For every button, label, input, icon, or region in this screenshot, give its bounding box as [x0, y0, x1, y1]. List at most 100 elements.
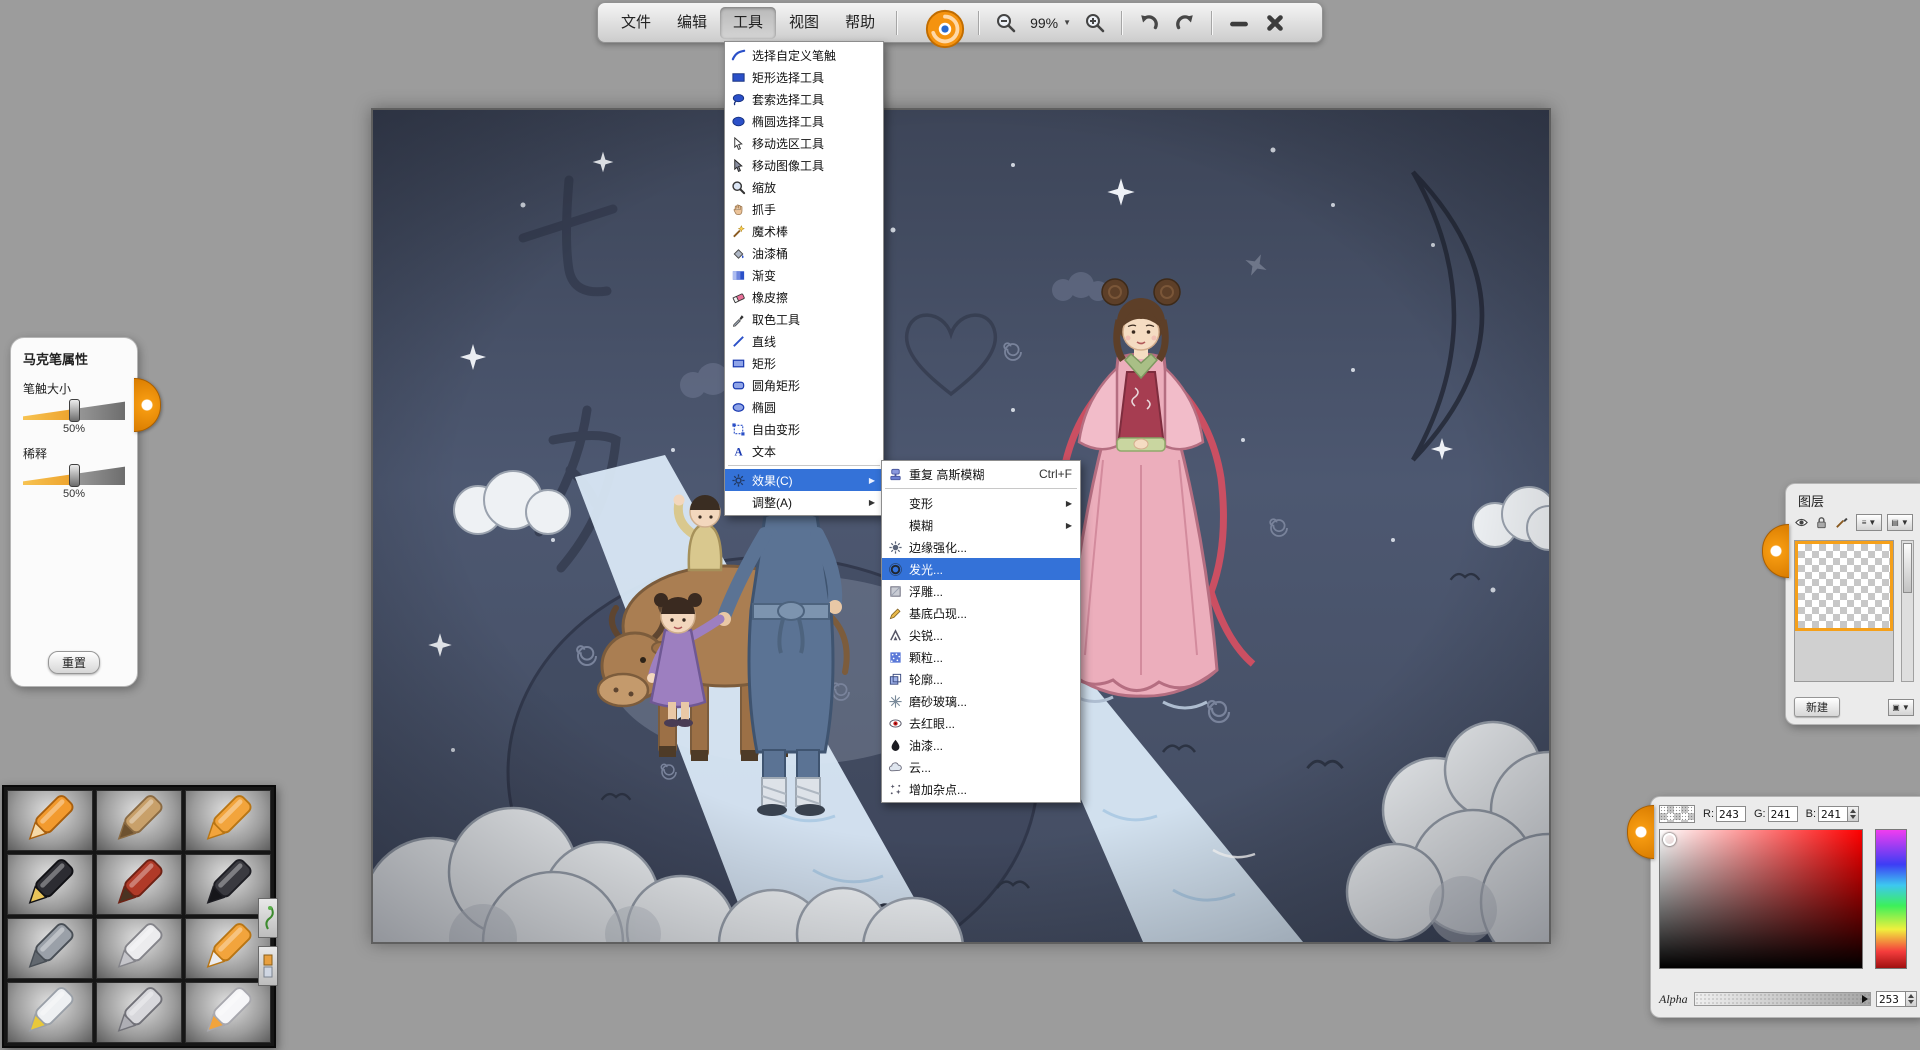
- color-cursor-icon[interactable]: [1663, 833, 1676, 846]
- text-icon: A: [728, 443, 748, 459]
- undo-button[interactable]: [1131, 8, 1167, 38]
- close-icon: [1264, 12, 1286, 34]
- tool-crayon[interactable]: [185, 790, 271, 851]
- scrollbar-thumb[interactable]: [1903, 543, 1912, 593]
- menu-item-基底凸现...[interactable]: 基底凸现...: [882, 602, 1080, 624]
- zoom-in-button[interactable]: [1077, 8, 1113, 38]
- menu-item-尖锐...[interactable]: 尖锐...: [882, 624, 1080, 646]
- menu-item-重复 高斯模糊[interactable]: 重复 高斯模糊Ctrl+F: [882, 463, 1080, 485]
- tool-paint-brush[interactable]: [96, 854, 182, 915]
- tool-paint-tube[interactable]: [7, 982, 93, 1043]
- tool-pencil[interactable]: [96, 790, 182, 851]
- menu-item-移动选区工具[interactable]: 移动选区工具: [725, 132, 883, 154]
- panel-handle-icon[interactable]: [134, 378, 161, 432]
- slider-handle[interactable]: [69, 399, 80, 422]
- frosted-glass-icon: [885, 693, 905, 709]
- alpha-input[interactable]: [1876, 991, 1906, 1007]
- menu-item-渐变[interactable]: 渐变: [725, 264, 883, 286]
- channel-input[interactable]: [1818, 806, 1848, 822]
- menu-item-label: 取色工具: [752, 311, 875, 328]
- tool-airbrush[interactable]: [7, 918, 93, 979]
- menu-item-浮雕...[interactable]: 浮雕...: [882, 580, 1080, 602]
- layer-blend-combo[interactable]: ≡▼: [1856, 514, 1882, 531]
- menu-item-增加杂点...[interactable]: 增加杂点...: [882, 778, 1080, 800]
- close-button[interactable]: [1257, 8, 1293, 38]
- channel-input[interactable]: [1716, 806, 1746, 822]
- menu-item-文本[interactable]: A文本: [725, 440, 883, 462]
- zoom-out-button[interactable]: [988, 8, 1024, 38]
- layer-item-selected[interactable]: [1795, 541, 1893, 631]
- menu-视图[interactable]: 视图: [776, 7, 832, 39]
- menu-item-椭圆选择工具[interactable]: 椭圆选择工具: [725, 110, 883, 132]
- menu-工具[interactable]: 工具: [720, 7, 776, 39]
- menu-item-模糊[interactable]: 模糊▶: [882, 514, 1080, 536]
- menu-item-魔术棒[interactable]: 魔术棒: [725, 220, 883, 242]
- menu-item-调整(A)[interactable]: 调整(A)▶: [725, 491, 883, 513]
- menu-item-套索选择工具[interactable]: 套索选择工具: [725, 88, 883, 110]
- tool-chisel-marker[interactable]: [7, 790, 93, 851]
- menu-item-云...[interactable]: 云...: [882, 756, 1080, 778]
- menu-item-颗粒...[interactable]: 颗粒...: [882, 646, 1080, 668]
- alpha-slider[interactable]: [1694, 992, 1871, 1006]
- menu-文件[interactable]: 文件: [608, 7, 664, 39]
- color-handle-icon[interactable]: [1627, 805, 1654, 859]
- list-icon: ≡: [1862, 518, 1867, 527]
- menu-编辑[interactable]: 编辑: [664, 7, 720, 39]
- color-preview-swatch[interactable]: [1659, 805, 1695, 823]
- redo-button[interactable]: [1167, 8, 1203, 38]
- menu-item-矩形选择工具[interactable]: 矩形选择工具: [725, 66, 883, 88]
- new-layer-button[interactable]: 新建: [1794, 697, 1840, 717]
- slider[interactable]: [23, 465, 125, 485]
- menu-帮助[interactable]: 帮助: [832, 7, 888, 39]
- palette-scroll-widget-1[interactable]: [258, 898, 278, 938]
- menu-item-效果(C)[interactable]: 效果(C)▶: [725, 469, 883, 491]
- hue-bar[interactable]: [1875, 829, 1907, 969]
- reset-button[interactable]: 重置: [48, 651, 100, 674]
- menu-item-椭圆[interactable]: 椭圆: [725, 396, 883, 418]
- alpha-spinner[interactable]: [1906, 991, 1917, 1007]
- submenu-arrow-icon: ▶: [869, 476, 875, 485]
- layer-options-combo[interactable]: ▤▼: [1887, 514, 1913, 531]
- menu-item-油漆桶[interactable]: 油漆桶: [725, 242, 883, 264]
- menu-item-label: 尖锐...: [909, 627, 1072, 644]
- brush-icon[interactable]: [1834, 515, 1849, 530]
- menu-item-磨砂玻璃...[interactable]: 磨砂玻璃...: [882, 690, 1080, 712]
- menu-item-矩形[interactable]: 矩形: [725, 352, 883, 374]
- slider[interactable]: [23, 400, 125, 420]
- tool-palette-knife[interactable]: [96, 918, 182, 979]
- menu-item-圆角矩形[interactable]: 圆角矩形: [725, 374, 883, 396]
- minimize-button[interactable]: [1221, 8, 1257, 38]
- menu-item-直线[interactable]: 直线: [725, 330, 883, 352]
- channel-input[interactable]: [1768, 806, 1798, 822]
- menu-item-移动图像工具[interactable]: 移动图像工具: [725, 154, 883, 176]
- menu-item-取色工具[interactable]: 取色工具: [725, 308, 883, 330]
- menu-item-抓手[interactable]: 抓手: [725, 198, 883, 220]
- eye-icon[interactable]: [1794, 515, 1809, 530]
- menu-item-选择自定义笔触[interactable]: 选择自定义笔触: [725, 44, 883, 66]
- tool-trowel-knife[interactable]: [96, 982, 182, 1043]
- tool-eraser-stick[interactable]: [185, 982, 271, 1043]
- layers-handle-icon[interactable]: [1762, 524, 1789, 578]
- menu-item-油漆...[interactable]: 油漆...: [882, 734, 1080, 756]
- lock-icon[interactable]: [1814, 515, 1829, 530]
- slider-handle[interactable]: [69, 464, 80, 487]
- chisel-marker-icon: [8, 791, 92, 850]
- layers-scrollbar[interactable]: [1901, 540, 1914, 682]
- menu-item-变形[interactable]: 变形▶: [882, 492, 1080, 514]
- menu-item-轮廓...[interactable]: 轮廓...: [882, 668, 1080, 690]
- zoom-level-combo[interactable]: 99% ▼: [1024, 10, 1077, 36]
- menu-item-边缘强化...[interactable]: 边缘强化...: [882, 536, 1080, 558]
- menu-item-自由变形[interactable]: 自由变形: [725, 418, 883, 440]
- menu-item-橡皮擦[interactable]: 橡皮擦: [725, 286, 883, 308]
- menu-item-缩放[interactable]: 缩放: [725, 176, 883, 198]
- tool-fountain-pen[interactable]: [7, 854, 93, 915]
- channel-spinner[interactable]: [1848, 806, 1859, 822]
- app-logo-icon[interactable]: [924, 8, 966, 50]
- menu-item-去红眼...[interactable]: 去红眼...: [882, 712, 1080, 734]
- menu-item-发光...[interactable]: 发光...: [882, 558, 1080, 580]
- saturation-value-square[interactable]: [1659, 829, 1863, 969]
- palette-scroll-widget-2[interactable]: [258, 946, 278, 986]
- palette-handle-icon[interactable]: [276, 811, 303, 865]
- redo-icon: [1174, 12, 1196, 34]
- new-layer-options-combo[interactable]: ▣▼: [1888, 699, 1914, 716]
